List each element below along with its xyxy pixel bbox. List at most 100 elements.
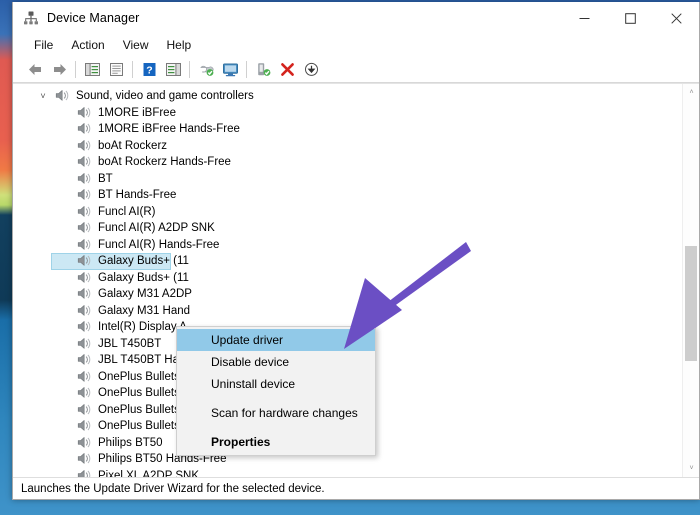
window-title-bar: Device Manager	[13, 2, 699, 34]
disable-device-icon[interactable]	[299, 58, 323, 80]
tree-device-node[interactable]: Galaxy Buds+ (11	[13, 270, 682, 287]
speaker-icon	[77, 155, 93, 169]
tree-node-label: boAt Rockerz	[98, 139, 168, 152]
context-menu-item-properties[interactable]: Properties	[177, 431, 375, 453]
chevron-down-icon[interactable]: ˅	[35, 91, 51, 101]
menu-help[interactable]: Help	[158, 36, 201, 54]
menu-view[interactable]: View	[114, 36, 158, 54]
tree-device-node[interactable]: BT Hands-Free	[13, 187, 682, 204]
minimize-button[interactable]	[561, 2, 607, 34]
help-icon[interactable]: ?	[137, 58, 161, 80]
status-bar: Launches the Update Driver Wizard for th…	[13, 477, 699, 499]
scroll-down-arrow-icon[interactable]: ˅	[683, 460, 699, 477]
scroll-up-arrow-icon[interactable]: ˄	[683, 84, 699, 101]
context-menu-item-uninstall-device[interactable]: Uninstall device	[177, 373, 375, 395]
speaker-icon	[77, 271, 93, 285]
speaker-icon	[77, 320, 93, 334]
speaker-icon	[77, 172, 93, 186]
scrollbar-thumb[interactable]	[685, 246, 697, 361]
update-driver-icon[interactable]	[194, 58, 218, 80]
speaker-icon	[77, 337, 93, 351]
toolbar-separator	[75, 60, 76, 78]
menu-file[interactable]: File	[25, 36, 62, 54]
maximize-button[interactable]	[607, 2, 653, 34]
menu-bar: File Action View Help	[13, 34, 699, 56]
speaker-icon	[77, 419, 93, 433]
speaker-icon	[77, 452, 93, 466]
status-bar-text: Launches the Update Driver Wizard for th…	[21, 482, 325, 495]
tree-node-label: Funcl AI(R)	[98, 205, 156, 218]
tree-node-label: Funcl AI(R) Hands-Free	[98, 238, 220, 251]
speaker-icon	[55, 89, 71, 103]
show-hide-action-pane-icon[interactable]	[161, 58, 185, 80]
tree-node-label: 1MORE iBFree	[98, 106, 176, 119]
speaker-icon	[77, 254, 93, 268]
speaker-icon	[77, 139, 93, 153]
device-manager-icon	[23, 10, 39, 26]
speaker-icon	[77, 188, 93, 202]
vertical-scrollbar[interactable]: ˄ ˅	[682, 84, 699, 477]
tree-device-node[interactable]: Galaxy M31 A2DP	[13, 286, 682, 303]
tree-device-node[interactable]: BT	[13, 171, 682, 188]
tree-node-label: Funcl AI(R) A2DP SNK	[98, 222, 215, 234]
speaker-icon	[77, 370, 93, 384]
menu-action[interactable]: Action	[62, 36, 113, 54]
tree-node-label: Galaxy M31 Hand	[98, 304, 191, 317]
tree-device-node[interactable]: boAt Rockerz	[13, 138, 682, 155]
tree-node-label: boAt Rockerz Hands-Free	[98, 156, 231, 168]
speaker-icon	[77, 106, 93, 120]
tree-device-node[interactable]: Galaxy Buds+ (11	[13, 253, 682, 270]
speaker-icon	[77, 205, 93, 219]
tree-device-node[interactable]: Funcl AI(R) Hands-Free	[13, 237, 682, 254]
tree-root-node[interactable]: ˅ Sound, video and game controllers	[13, 88, 682, 105]
device-tree-panel: ˅ Sound, video and game controllers 1MORE …	[13, 83, 699, 477]
speaker-icon	[77, 221, 93, 235]
close-button[interactable]	[653, 2, 699, 34]
speaker-icon	[77, 353, 93, 367]
scan-hardware-changes-icon[interactable]	[218, 58, 242, 80]
tree-node-label: Galaxy M31 A2DP	[98, 288, 192, 300]
tree-node-label: Pixel XL A2DP SNK	[98, 469, 199, 478]
window-controls	[561, 2, 699, 34]
tree-device-node[interactable]: 1MORE iBFree Hands-Free	[13, 121, 682, 138]
tree-node-label: 1MORE iBFree Hands-Free	[98, 123, 240, 135]
toolbar-separator	[189, 60, 190, 78]
toolbar-separator	[132, 60, 133, 78]
title-bar-left: Device Manager	[13, 10, 139, 26]
window-title: Device Manager	[47, 11, 140, 25]
speaker-icon	[77, 436, 93, 450]
speaker-icon	[77, 304, 93, 318]
tree-device-node[interactable]: boAt Rockerz Hands-Free	[13, 154, 682, 171]
speaker-icon	[77, 287, 93, 301]
device-manager-window: Device Manager File Action View Help ? ˅…	[12, 2, 700, 500]
context-menu-item-disable-device[interactable]: Disable device	[177, 351, 375, 373]
speaker-icon	[77, 469, 93, 477]
speaker-icon	[77, 403, 93, 417]
scrollbar-track[interactable]	[683, 101, 699, 460]
toolbar: ?	[13, 56, 699, 83]
properties-icon[interactable]	[104, 58, 128, 80]
forward-icon[interactable]	[47, 58, 71, 80]
context-menu: Update driver Disable device Uninstall dev…	[176, 326, 376, 456]
show-hide-console-tree-icon[interactable]	[80, 58, 104, 80]
tree-node-label: Galaxy Buds+ (11	[98, 271, 189, 284]
context-menu-separator	[177, 395, 375, 402]
tree-device-node[interactable]: Pixel XL A2DP SNK	[13, 468, 682, 478]
enable-device-icon[interactable]	[251, 58, 275, 80]
svg-text:?: ?	[146, 64, 152, 76]
toolbar-separator	[246, 60, 247, 78]
tree-device-node[interactable]: 1MORE iBFree	[13, 105, 682, 122]
tree-device-node[interactable]: Funcl AI(R) A2DP SNK	[13, 220, 682, 237]
tree-node-label: JBL T450BT	[98, 337, 162, 350]
context-menu-item-scan-for-hardware-changes[interactable]: Scan for hardware changes	[177, 402, 375, 424]
tree-node-label: Intel(R) Display A	[98, 321, 187, 333]
uninstall-device-icon[interactable]	[275, 58, 299, 80]
back-icon[interactable]	[23, 58, 47, 80]
speaker-icon	[77, 386, 93, 400]
speaker-icon	[77, 238, 93, 252]
tree-device-node[interactable]: Galaxy M31 Hand	[13, 303, 682, 320]
tree-node-label: Sound, video and game controllers	[76, 90, 254, 102]
tree-device-node[interactable]: Funcl AI(R)	[13, 204, 682, 221]
context-menu-separator	[177, 424, 375, 431]
context-menu-item-update-driver[interactable]: Update driver	[177, 329, 375, 351]
